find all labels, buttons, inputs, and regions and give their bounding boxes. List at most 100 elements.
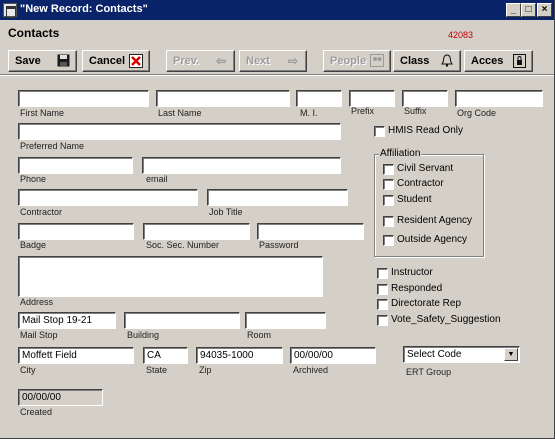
building-label: Building bbox=[127, 330, 160, 340]
dropdown-arrow-icon[interactable]: ▼ bbox=[504, 348, 518, 361]
building-input[interactable] bbox=[124, 312, 240, 329]
close-button[interactable]: × bbox=[537, 3, 552, 17]
save-button[interactable]: Save bbox=[8, 50, 77, 72]
outside-agency-label: Outside Agency bbox=[397, 234, 468, 245]
hmis-read-only-checkbox[interactable] bbox=[374, 126, 385, 137]
app-icon bbox=[3, 3, 17, 18]
state-label: State bbox=[146, 365, 168, 375]
right-arrow-icon: ⇨ bbox=[287, 54, 299, 68]
window-title: "New Record: Contacts" bbox=[20, 3, 148, 15]
mail-stop-input[interactable]: Mail Stop 19-21 bbox=[18, 312, 116, 329]
people-button[interactable]: People bbox=[323, 50, 391, 72]
state-input[interactable]: CA bbox=[143, 347, 188, 364]
last-name-input[interactable] bbox=[156, 90, 290, 107]
badge-label: Badge bbox=[20, 240, 47, 250]
password-label: Password bbox=[259, 240, 299, 250]
affiliation-title: Affiliation bbox=[379, 148, 422, 159]
contractor-checkbox[interactable] bbox=[383, 179, 394, 190]
cancel-button[interactable]: Cancel bbox=[82, 50, 150, 72]
next-button[interactable]: Next ⇨ bbox=[239, 50, 307, 72]
prefix-label: Prefix bbox=[351, 106, 375, 116]
middle-initial-label: M. I. bbox=[300, 108, 318, 118]
resident-agency-checkbox[interactable] bbox=[383, 216, 394, 227]
access-button[interactable]: Acces bbox=[464, 50, 533, 72]
cancel-icon bbox=[129, 54, 143, 68]
city-input[interactable]: Moffett Field bbox=[18, 347, 134, 364]
prev-label: Prev. bbox=[173, 55, 200, 67]
city-label: City bbox=[20, 365, 36, 375]
archived-label: Archived bbox=[293, 365, 329, 375]
org-code-input[interactable] bbox=[455, 90, 543, 107]
created-label: Created bbox=[20, 407, 53, 417]
job-title-input[interactable] bbox=[207, 189, 348, 206]
email-label: email bbox=[146, 174, 168, 184]
outside-agency-checkbox[interactable] bbox=[383, 235, 394, 246]
people-label: People bbox=[330, 55, 367, 67]
ert-group-select[interactable]: Select Code ▼ bbox=[403, 346, 520, 363]
prefix-input[interactable] bbox=[349, 90, 395, 107]
vote-safety-suggestion-label: Vote_Safety_Suggestion bbox=[391, 314, 501, 325]
vote-safety-suggestion-checkbox[interactable] bbox=[377, 315, 388, 326]
responded-checkbox[interactable] bbox=[377, 284, 388, 295]
preferred-name-input[interactable] bbox=[18, 123, 341, 140]
suffix-label: Suffix bbox=[404, 106, 427, 116]
class-label: Class bbox=[400, 55, 430, 67]
directorate-rep-checkbox[interactable] bbox=[377, 299, 388, 310]
student-checkbox[interactable] bbox=[383, 195, 394, 206]
address-input[interactable] bbox=[18, 256, 323, 297]
save-label: Save bbox=[15, 55, 41, 67]
lock-icon bbox=[512, 54, 526, 68]
contractor-label: Contractor bbox=[20, 207, 63, 217]
suffix-input[interactable] bbox=[402, 90, 448, 107]
class-button[interactable]: Class bbox=[393, 50, 461, 72]
record-id: 42083 bbox=[448, 30, 474, 40]
room-input[interactable] bbox=[245, 312, 326, 329]
mail-stop-label: Mail Stop bbox=[20, 330, 58, 340]
resident-agency-label: Resident Agency bbox=[397, 215, 473, 226]
password-input[interactable] bbox=[257, 223, 364, 240]
ert-group-label: ERT Group bbox=[406, 367, 452, 377]
instructor-checkbox[interactable] bbox=[377, 268, 388, 279]
minimize-button[interactable]: _ bbox=[506, 3, 521, 17]
instructor-label: Instructor bbox=[391, 267, 433, 278]
next-label: Next bbox=[246, 55, 270, 67]
zip-input[interactable]: 94035-1000 bbox=[196, 347, 283, 364]
phone-input[interactable] bbox=[18, 157, 133, 174]
preferred-name-label: Preferred Name bbox=[20, 141, 85, 151]
student-label: Student bbox=[397, 194, 432, 205]
first-name-input[interactable] bbox=[18, 90, 149, 107]
phone-label: Phone bbox=[20, 174, 47, 184]
hmis-read-only-label: HMIS Read Only bbox=[388, 125, 464, 136]
org-code-label: Org Code bbox=[457, 108, 497, 118]
zip-label: Zip bbox=[199, 365, 212, 375]
created-input: 00/00/00 bbox=[18, 389, 103, 406]
ert-group-selected: Select Code bbox=[407, 349, 462, 360]
first-name-label: First Name bbox=[20, 108, 65, 118]
job-title-label: Job Title bbox=[209, 207, 243, 217]
cancel-label: Cancel bbox=[89, 55, 126, 67]
maximize-button[interactable]: □ bbox=[521, 3, 536, 17]
title-bar[interactable]: "New Record: Contacts" _ □ × bbox=[0, 0, 555, 20]
civil-servant-checkbox[interactable] bbox=[383, 164, 394, 175]
bell-icon bbox=[440, 54, 454, 68]
civil-servant-label: Civil Servant bbox=[397, 163, 454, 174]
ssn-input[interactable] bbox=[143, 223, 250, 240]
middle-initial-input[interactable] bbox=[296, 90, 342, 107]
access-label: Acces bbox=[471, 55, 504, 67]
left-arrow-icon: ⇦ bbox=[215, 54, 227, 68]
email-input[interactable] bbox=[142, 157, 341, 174]
people-icon bbox=[370, 54, 384, 68]
last-name-label: Last Name bbox=[158, 108, 202, 118]
floppy-icon bbox=[56, 54, 70, 68]
address-label: Address bbox=[20, 297, 54, 307]
prev-button[interactable]: Prev. ⇦ bbox=[166, 50, 235, 72]
contractor-affiliation-label: Contractor bbox=[397, 178, 444, 189]
archived-input[interactable]: 00/00/00 bbox=[290, 347, 376, 364]
directorate-rep-label: Directorate Rep bbox=[391, 298, 462, 309]
contractor-input[interactable] bbox=[18, 189, 198, 206]
page-title: Contacts bbox=[8, 26, 60, 40]
toolbar-separator bbox=[0, 74, 555, 76]
room-label: Room bbox=[247, 330, 272, 340]
badge-input[interactable] bbox=[18, 223, 134, 240]
ssn-label: Soc. Sec. Number bbox=[146, 240, 220, 250]
